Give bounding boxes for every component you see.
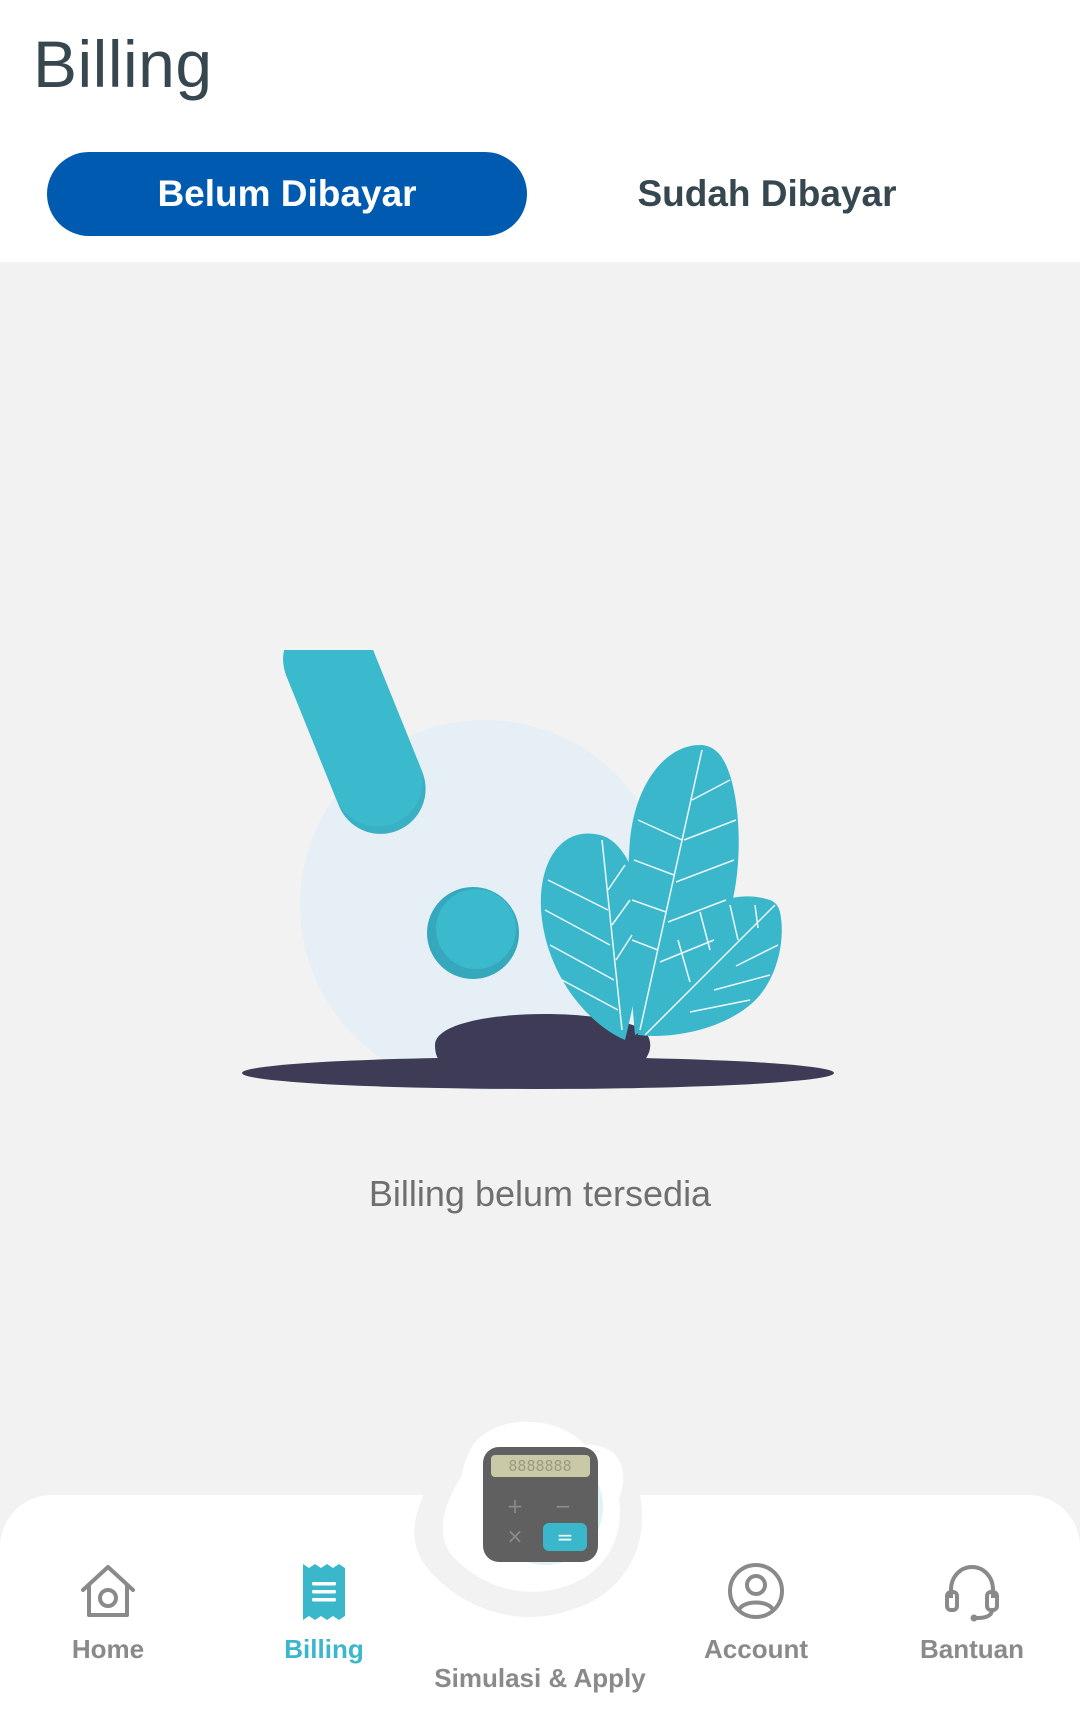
tab-sudah-dibayar[interactable]: Sudah Dibayar: [527, 152, 1007, 236]
empty-state-illustration: [242, 650, 834, 1090]
nav-item-home[interactable]: Home: [8, 1560, 208, 1665]
calculator-icon: 8888888 + − × =: [483, 1447, 598, 1562]
nav-item-billing[interactable]: Billing: [224, 1560, 424, 1665]
svg-text:+: +: [507, 1494, 524, 1518]
nav-label-simulasi-apply[interactable]: Simulasi & Apply: [390, 1663, 690, 1694]
header: Billing Belum Dibayar Sudah Dibayar: [0, 0, 1080, 262]
nav-label-billing: Billing: [284, 1634, 364, 1664]
account-icon: [728, 1563, 784, 1619]
tab-belum-dibayar[interactable]: Belum Dibayar: [47, 152, 527, 236]
svg-text:−: −: [555, 1494, 572, 1518]
empty-state-message: Billing belum tersedia: [368, 1173, 712, 1214]
svg-text:8888888: 8888888: [508, 1457, 571, 1475]
svg-text:×: ×: [507, 1524, 524, 1548]
nav-item-account[interactable]: Account: [656, 1560, 856, 1665]
home-icon: [81, 1565, 135, 1617]
simulasi-apply-button[interactable]: 8888888 + − × =: [405, 1395, 675, 1635]
nav-label-home: Home: [71, 1634, 145, 1664]
nav-item-bantuan[interactable]: Bantuan: [872, 1560, 1072, 1665]
billing-receipt-icon: [303, 1564, 345, 1620]
headset-icon: [945, 1564, 999, 1622]
page-title: Billing: [33, 27, 213, 101]
billing-tabs: Belum Dibayar Sudah Dibayar: [0, 152, 1080, 236]
nav-label-account: Account: [704, 1634, 808, 1664]
nav-label-bantuan: Bantuan: [920, 1634, 1024, 1664]
svg-text:=: =: [557, 1525, 574, 1549]
